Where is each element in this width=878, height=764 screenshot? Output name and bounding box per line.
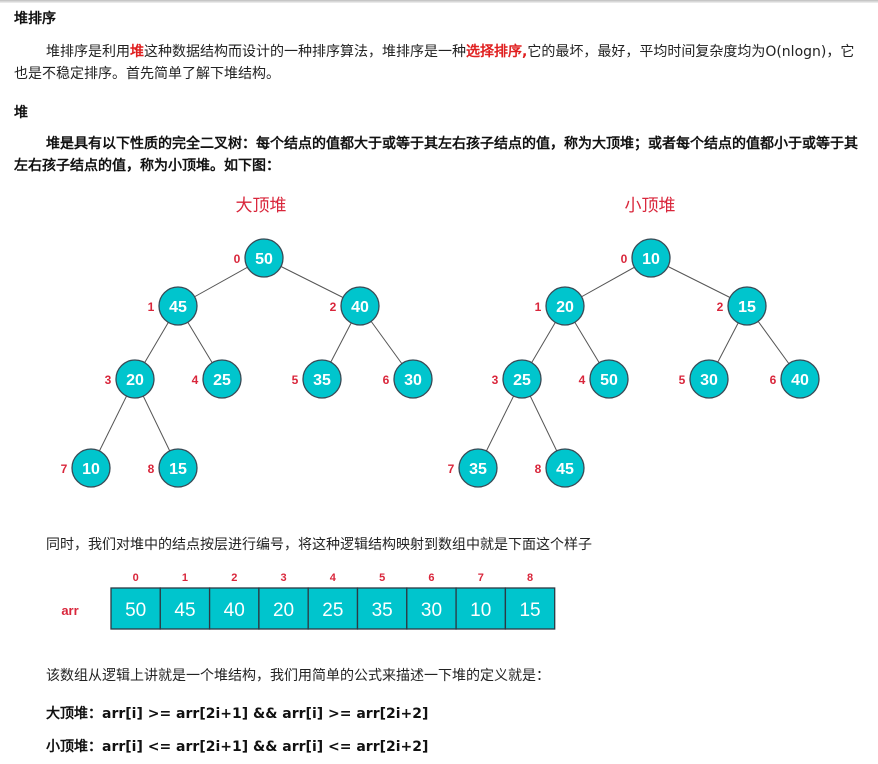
min-heap-node-value: 10 (642, 251, 660, 268)
min-heap-node-index: 8 (535, 462, 542, 476)
array-index: 1 (182, 572, 188, 584)
max-heap-title: 大顶堆 (236, 196, 287, 215)
max-heap-node-value: 10 (82, 461, 100, 478)
min-heap-node-index: 7 (448, 462, 455, 476)
max-heap-node-value: 15 (169, 461, 187, 478)
array-index: 4 (330, 572, 337, 584)
min-heap-node-value: 30 (700, 372, 718, 389)
array-cell-value: 50 (125, 600, 146, 621)
array-index: 5 (379, 572, 385, 584)
min-heap-node-index: 0 (621, 252, 628, 266)
min-heap-node-value: 15 (738, 299, 756, 316)
max-heap-node-index: 8 (148, 462, 155, 476)
max-heap-node-value: 25 (213, 372, 231, 389)
max-heap-formula: 大顶堆：arr[i] >= arr[2i+1] && arr[i] >= arr… (46, 703, 428, 723)
max-heap-node-value: 35 (313, 372, 331, 389)
max-heap-node-value: 40 (351, 299, 369, 316)
max-heap-node-index: 3 (105, 373, 112, 387)
min-heap-node-index: 1 (535, 300, 542, 314)
min-heap-node-value: 40 (791, 372, 809, 389)
max-heap-node-index: 6 (383, 373, 390, 387)
min-heap-node-value: 35 (469, 461, 487, 478)
array-cell-value: 20 (273, 600, 294, 621)
intro-text-b: 这种数据结构而设计的一种排序算法，堆排序是一种 (144, 44, 466, 60)
array-cell-value: 40 (224, 600, 245, 621)
array-index: 8 (527, 572, 533, 584)
min-heap-node-value: 50 (600, 372, 618, 389)
array-index: 3 (280, 572, 286, 584)
intro-heap-highlight: 堆 (130, 44, 144, 60)
min-heap-node-value: 20 (556, 299, 574, 316)
min-heap-formula-label: 小顶堆： (46, 739, 102, 755)
max-heap-node-index: 2 (330, 300, 337, 314)
array-cell-value: 45 (174, 600, 195, 621)
array-index: 6 (428, 572, 434, 584)
min-heap-node-index: 3 (492, 373, 499, 387)
array-cell-value: 30 (421, 600, 442, 621)
min-heap-formula-expr: arr[i] <= arr[2i+1] && arr[i] <= arr[2i+… (102, 739, 429, 755)
top-border (0, 0, 878, 3)
min-heap-title: 小顶堆 (625, 196, 676, 215)
array-index: 0 (133, 572, 139, 584)
min-heap-node-index: 6 (770, 373, 777, 387)
intro-selection-highlight: 选择排序, (466, 44, 528, 60)
max-heap-node-index: 5 (292, 373, 299, 387)
intro-text-a: 堆排序是利用 (46, 44, 130, 60)
heading-heap: 堆 (14, 105, 28, 121)
min-heap-node-index: 4 (579, 373, 586, 387)
max-heap-node-value: 50 (255, 251, 273, 268)
max-heap-formula-label: 大顶堆： (46, 706, 102, 722)
max-heap-formula-expr: arr[i] >= arr[2i+1] && arr[i] >= arr[2i+… (102, 706, 429, 722)
array-cell-value: 25 (322, 600, 343, 621)
max-heap-node-value: 45 (169, 299, 187, 316)
array-index: 7 (478, 572, 484, 584)
max-heap-node-index: 0 (234, 252, 241, 266)
min-heap-node-value: 45 (556, 461, 574, 478)
heading-heap-sort: 堆排序 (14, 11, 56, 27)
max-heap-node-index: 4 (192, 373, 199, 387)
array-cell-value: 15 (519, 600, 540, 621)
max-heap-node-index: 7 (61, 462, 68, 476)
intro-paragraph: 堆排序是利用堆这种数据结构而设计的一种排序算法，堆排序是一种选择排序,它的最坏，… (14, 41, 866, 85)
max-heap-node-value: 30 (404, 372, 422, 389)
min-heap-node-index: 5 (679, 373, 686, 387)
min-heap-node-value: 25 (513, 372, 531, 389)
heap-definition: 堆是具有以下性质的完全二叉树：每个结点的值都大于或等于其左右孩子结点的值，称为大… (14, 136, 858, 174)
min-heap-node-index: 2 (717, 300, 724, 314)
array-label: arr (61, 603, 78, 618)
summary-text: 该数组从逻辑上讲就是一个堆结构，我们用简单的公式来描述一下堆的定义就是： (46, 668, 550, 684)
heap-diagram: 大顶堆500451 402203 254 355 306107 158小顶堆100201 1… (61, 196, 820, 630)
max-heap-node-index: 1 (148, 300, 155, 314)
array-cell-value: 10 (470, 600, 491, 621)
array-cell-value: 35 (372, 600, 393, 621)
array-index: 2 (231, 572, 237, 584)
array-intro: 同时，我们对堆中的结点按层进行编号，将这种逻辑结构映射到数组中就是下面这个样子 (46, 537, 592, 553)
min-heap-formula: 小顶堆：arr[i] <= arr[2i+1] && arr[i] <= arr… (46, 736, 428, 756)
max-heap-node-value: 20 (126, 372, 144, 389)
